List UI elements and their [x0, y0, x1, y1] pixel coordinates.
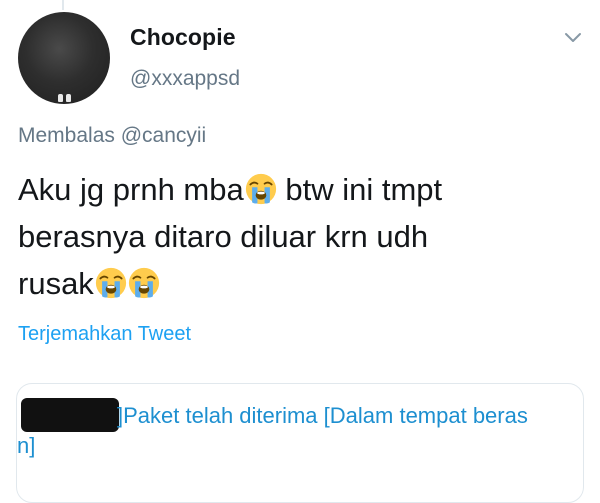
reply-context: Membalas @cancyii [18, 124, 206, 148]
tweet-line-2: berasnya ditaro diluar krn udh [18, 219, 429, 254]
quoted-tweet-line-1: ]Paket telah diterima [Dalam tempat bera… [117, 403, 528, 428]
quoted-tweet-line-2: n] [17, 433, 36, 458]
loudly-crying-face-icon [95, 267, 126, 299]
author-handle[interactable]: @xxxappsd [130, 67, 240, 91]
author-display-name[interactable]: Chocopie [130, 24, 236, 51]
tweet-text-segment: Aku jg prnh mba [18, 172, 244, 207]
redaction-block [21, 398, 119, 432]
loudly-crying-face-icon [128, 267, 159, 299]
tweet-text: Aku jg prnh mba btw ini tmpt berasnya di… [18, 166, 588, 307]
tweet-line-1: Aku jg prnh mba btw ini tmpt [18, 166, 588, 213]
tweet-text-segment: btw ini tmpt [276, 172, 443, 207]
avatar[interactable] [18, 12, 110, 104]
tweet-text-segment: rusak [18, 266, 94, 301]
chevron-down-icon[interactable] [564, 30, 582, 44]
avatar-feet-decoration [58, 94, 71, 102]
reply-prefix: Membalas [18, 124, 115, 147]
quoted-tweet-card[interactable]: ]Paket telah diterima [Dalam tempat bera… [16, 383, 584, 503]
reply-mention-link[interactable]: @cancyii [121, 124, 207, 147]
thread-line [62, 0, 64, 10]
tweet-line-3: rusak [18, 260, 588, 307]
loudly-crying-face-icon [245, 173, 276, 205]
translate-tweet-link[interactable]: Terjemahkan Tweet [18, 323, 191, 346]
